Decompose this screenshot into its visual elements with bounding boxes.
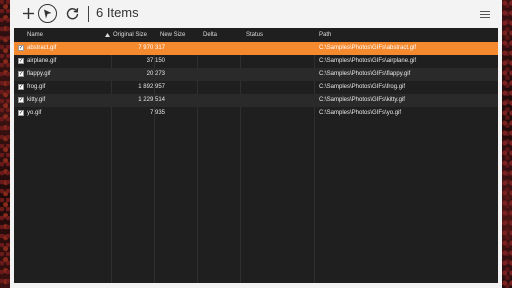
file-name: frog.gif	[27, 84, 46, 90]
column-header-new-size[interactable]: New Size	[160, 32, 185, 38]
file-path: C:\Samples\Photos\GIFs\kitty.gif	[319, 97, 405, 103]
original-size: 7 970 317	[138, 45, 165, 51]
desktop-background-right	[502, 0, 512, 288]
file-name: yo.gif	[27, 110, 42, 116]
row-checkbox[interactable]: ✓	[18, 58, 24, 64]
row-checkbox[interactable]: ✓	[18, 84, 24, 90]
file-path: C:\Samples\Photos\GIFs\yo.gif	[319, 110, 402, 116]
original-size: 37 150	[146, 58, 165, 64]
original-size: 1 892 957	[138, 84, 165, 90]
original-size: 7 935	[149, 110, 165, 116]
table-row[interactable]: ✓ abstract.gif 7 970 317 C:\Samples\Phot…	[14, 42, 498, 55]
refresh-button[interactable]	[63, 4, 82, 23]
file-path: C:\Samples\Photos\GIFs\flappy.gif	[319, 71, 411, 77]
refresh-icon	[66, 8, 79, 20]
file-path: C:\Samples\Photos\GIFs\frog.gif	[319, 84, 406, 90]
row-checkbox[interactable]: ✓	[18, 97, 24, 103]
row-checkbox[interactable]: ✓	[18, 71, 24, 77]
add-button[interactable]	[19, 4, 38, 23]
original-size: 1 229 514	[138, 97, 165, 103]
item-count-title: 6 Items	[96, 5, 139, 20]
table-row[interactable]: ✓ flappy.gif 20 273 C:\Samples\Photos\GI…	[14, 68, 498, 81]
file-name: kitty.gif	[27, 97, 46, 103]
file-path: C:\Samples\Photos\GIFs\abstract.gif	[319, 45, 417, 51]
table-row[interactable]: ✓ airplane.gif 37 150 C:\Samples\Photos\…	[14, 55, 498, 68]
original-size: 20 273	[146, 71, 165, 77]
run-button[interactable]	[38, 4, 57, 23]
row-checkbox[interactable]: ✓	[18, 110, 24, 116]
hamburger-menu-icon	[480, 11, 490, 12]
column-header-path[interactable]: Path	[319, 32, 331, 38]
toolbar: 6 Items	[10, 0, 502, 28]
row-checkbox[interactable]: ✓	[18, 45, 24, 51]
play-icon	[44, 9, 52, 18]
column-header-original-size[interactable]: Original Size	[113, 32, 147, 38]
file-name: flappy.gif	[27, 71, 51, 77]
sort-ascending-icon	[105, 33, 110, 39]
column-header-delta[interactable]: Delta	[203, 32, 217, 38]
file-name: abstract.gif	[27, 45, 57, 51]
file-name: airplane.gif	[27, 58, 57, 64]
toolbar-separator	[88, 6, 89, 22]
desktop-background-left	[0, 0, 10, 288]
plus-icon	[23, 8, 34, 19]
app-window: 6 Items Name Original Size New Size Delt…	[10, 0, 502, 288]
column-header-row: Name Original Size New Size Delta Status…	[14, 28, 498, 42]
column-header-name[interactable]: Name	[27, 32, 43, 38]
table-row[interactable]: ✓ frog.gif 1 892 957 C:\Samples\Photos\G…	[14, 81, 498, 94]
menu-button[interactable]	[480, 11, 490, 18]
table-row[interactable]: ✓ kitty.gif 1 229 514 C:\Samples\Photos\…	[14, 94, 498, 107]
file-list: Name Original Size New Size Delta Status…	[14, 28, 498, 283]
column-header-status[interactable]: Status	[246, 32, 263, 38]
file-path: C:\Samples\Photos\GIFs\airplane.gif	[319, 58, 417, 64]
table-row[interactable]: ✓ yo.gif 7 935 C:\Samples\Photos\GIFs\yo…	[14, 107, 498, 120]
